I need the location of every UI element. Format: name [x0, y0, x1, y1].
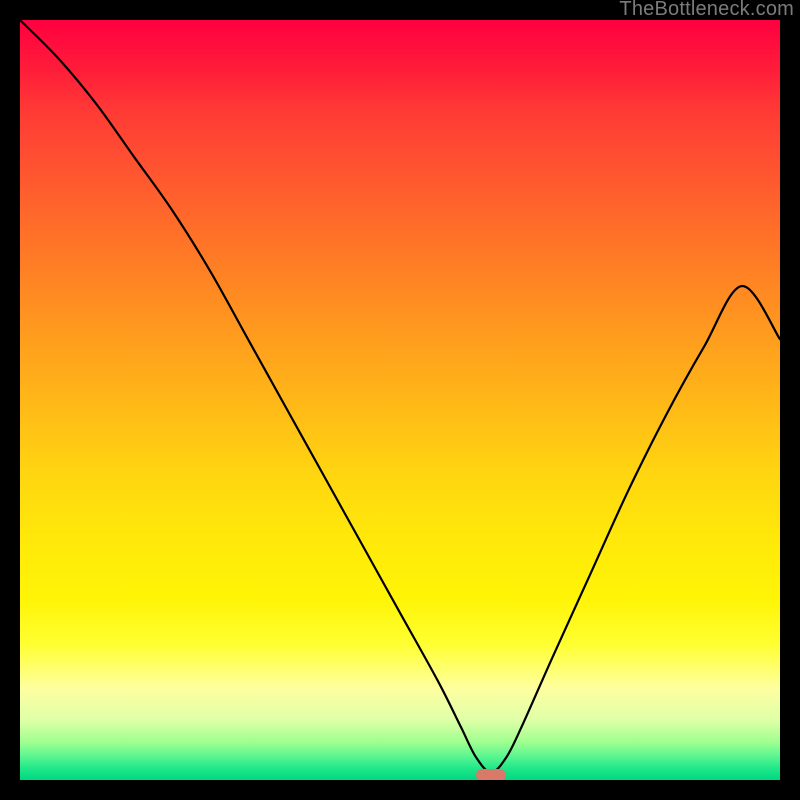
bottleneck-curve-path	[20, 20, 780, 772]
optimal-point-marker	[476, 769, 506, 780]
plot-area	[20, 20, 780, 780]
bottleneck-curve-svg	[20, 20, 780, 780]
watermark-text: TheBottleneck.com	[619, 0, 794, 21]
chart-frame: TheBottleneck.com	[0, 0, 800, 800]
